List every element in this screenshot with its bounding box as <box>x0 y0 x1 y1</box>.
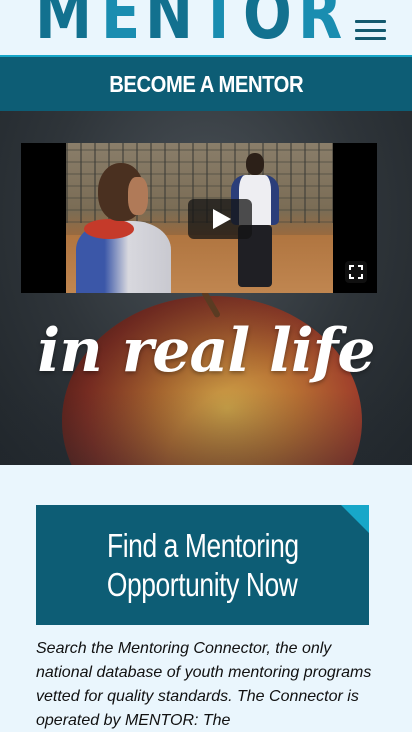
logo-letter-n: N <box>144 0 195 55</box>
child-face <box>128 177 148 215</box>
hero-fade <box>0 391 412 465</box>
play-icon[interactable] <box>188 199 252 239</box>
menu-bar <box>355 37 386 40</box>
become-a-mentor-label: BECOME A MENTOR <box>109 70 303 97</box>
fullscreen-glyph <box>349 265 363 279</box>
menu-bar <box>355 28 386 32</box>
card-corner-accent <box>341 505 369 533</box>
become-a-mentor-link[interactable]: BECOME A MENTOR <box>0 55 412 111</box>
play-triangle <box>213 209 231 229</box>
mentoring-connector-description: Search the Mentoring Connector, the only… <box>36 640 372 729</box>
site-header: M E N T O R <box>0 0 412 55</box>
in-real-life-tagline: in real life <box>37 316 375 386</box>
logo-letter-r: R <box>298 0 345 55</box>
child-hood <box>84 219 134 239</box>
mentor-logo[interactable]: M E N T O R <box>35 0 348 50</box>
video-player[interactable] <box>21 143 377 293</box>
logo-letter-o: O <box>242 0 294 55</box>
logo-letter-e: E <box>100 0 142 55</box>
find-mentoring-opportunity-button[interactable]: Find a Mentoring Opportunity Now <box>36 505 369 625</box>
coach-head <box>246 153 264 175</box>
find-card-line-1: Find a Mentoring <box>106 527 299 564</box>
logo-letter-t: T <box>199 0 240 55</box>
logo-letter-m: M <box>35 0 94 55</box>
menu-bar <box>355 20 386 23</box>
child-figure <box>76 163 171 293</box>
find-card-line-2: Opportunity Now <box>107 566 298 603</box>
hero-section: in real life <box>0 111 412 465</box>
fullscreen-icon[interactable] <box>345 261 367 283</box>
hamburger-menu-icon[interactable] <box>355 20 386 40</box>
